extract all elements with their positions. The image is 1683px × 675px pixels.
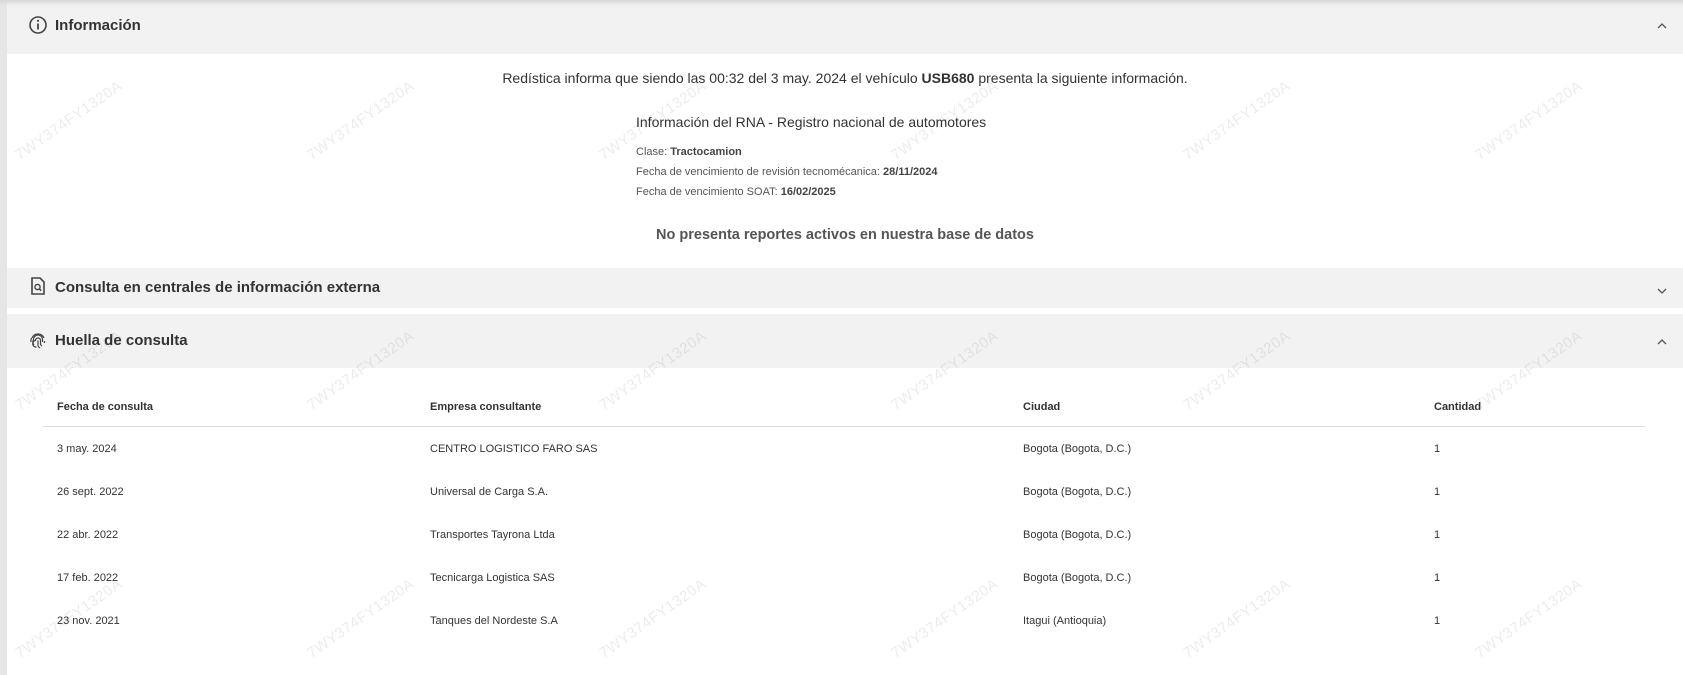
rna-clase: Clase: Tractocamion — [636, 146, 742, 158]
table-row: 23 nov. 2021 Tanques del Nordeste S.A It… — [43, 599, 1645, 642]
info-circle-icon — [28, 15, 48, 35]
huella-table: Fecha de consulta Empresa consultante Ci… — [43, 388, 1645, 642]
rna-title: Información del RNA - Registro nacional … — [636, 114, 987, 130]
page: Información Redística informa que siendo… — [0, 0, 1683, 675]
rna-soat: Fecha de vencimiento SOAT: 16/02/2025 — [636, 186, 836, 198]
no-reports-message: No presenta reportes activos en nuestra … — [656, 227, 1034, 243]
table-row: 26 sept. 2022 Universal de Carga S.A. Bo… — [43, 470, 1645, 513]
fingerprint-icon — [28, 330, 48, 350]
column-header-fecha: Fecha de consulta — [43, 388, 416, 427]
cell-fecha: 26 sept. 2022 — [57, 485, 124, 498]
column-header-cantidad: Cantidad — [1420, 388, 1645, 427]
cell-ciudad: Bogota (Bogota, D.C.) — [1023, 528, 1132, 541]
summary-after: presenta la siguiente información. — [974, 70, 1188, 86]
vehicle-plate: USB680 — [921, 70, 975, 86]
cell-empresa: Tecnicarga Logistica SAS — [430, 571, 555, 584]
cell-cantidad: 1 — [1434, 528, 1441, 541]
table-row: 22 abr. 2022 Transportes Tayrona Ltda Bo… — [43, 513, 1645, 556]
summary-before: Redística informa que siendo las 00:32 d… — [502, 70, 922, 86]
tecno-value: 28/11/2024 — [883, 166, 938, 178]
consulta-externa-title: Consulta en centrales de información ext… — [55, 279, 381, 296]
column-header-ciudad: Ciudad — [1009, 388, 1420, 427]
summary-line: Redística informa que siendo las 00:32 d… — [7, 70, 1683, 86]
watermark: 7WY374FY1320A — [304, 77, 418, 164]
cell-empresa: Universal de Carga S.A. — [430, 485, 548, 498]
table-row: 17 feb. 2022 Tecnicarga Logistica SAS Bo… — [43, 556, 1645, 599]
clase-value: Tractocamion — [670, 146, 742, 158]
watermark: 7WY374FY1320A — [1180, 77, 1294, 164]
cell-fecha: 3 may. 2024 — [57, 442, 117, 455]
huella-panel-header[interactable]: Huella de consulta — [7, 314, 1683, 368]
document-search-icon — [28, 276, 48, 296]
soat-label: Fecha de vencimiento SOAT: — [636, 186, 781, 198]
huella-title: Huella de consulta — [55, 332, 188, 349]
table-row: 3 may. 2024 CENTRO LOGISTICO FARO SAS Bo… — [43, 427, 1645, 471]
cell-cantidad: 1 — [1434, 571, 1441, 584]
cell-cantidad: 1 — [1434, 442, 1441, 455]
cell-ciudad: Bogota (Bogota, D.C.) — [1023, 571, 1132, 584]
rna-tecnomecanica: Fecha de vencimiento de revisión tecnomé… — [636, 166, 937, 178]
informacion-title: Información — [55, 17, 141, 34]
table-header-row: Fecha de consulta Empresa consultante Ci… — [43, 388, 1645, 427]
chevron-up-icon[interactable] — [1656, 19, 1668, 31]
watermark: 7WY374FY1320A — [1472, 77, 1586, 164]
cell-fecha: 23 nov. 2021 — [57, 614, 120, 627]
cell-empresa: CENTRO LOGISTICO FARO SAS — [430, 442, 598, 455]
cell-cantidad: 1 — [1434, 485, 1441, 498]
column-header-empresa: Empresa consultante — [416, 388, 1009, 427]
consulta-externa-panel-header[interactable]: Consulta en centrales de información ext… — [7, 268, 1683, 308]
cell-fecha: 22 abr. 2022 — [57, 528, 119, 541]
cell-empresa: Transportes Tayrona Ltda — [430, 528, 555, 541]
cell-ciudad: Bogota (Bogota, D.C.) — [1023, 485, 1132, 498]
informacion-panel-header[interactable]: Información — [7, 0, 1683, 54]
top-shadow — [0, 0, 1683, 6]
soat-value: 16/02/2025 — [780, 186, 836, 198]
clase-label: Clase: — [636, 146, 671, 158]
chevron-down-icon[interactable] — [1656, 284, 1668, 296]
watermark: 7WY374FY1320A — [12, 77, 126, 164]
cell-ciudad: Itagui (Antioquia) — [1023, 614, 1107, 627]
left-edge — [0, 0, 7, 675]
cell-fecha: 17 feb. 2022 — [57, 571, 119, 584]
chevron-up-icon[interactable] — [1656, 335, 1668, 347]
cell-cantidad: 1 — [1434, 614, 1441, 627]
tecno-label: Fecha de vencimiento de revisión tecnomé… — [636, 166, 884, 178]
cell-empresa: Tanques del Nordeste S.A — [430, 614, 558, 627]
cell-ciudad: Bogota (Bogota, D.C.) — [1023, 442, 1132, 455]
